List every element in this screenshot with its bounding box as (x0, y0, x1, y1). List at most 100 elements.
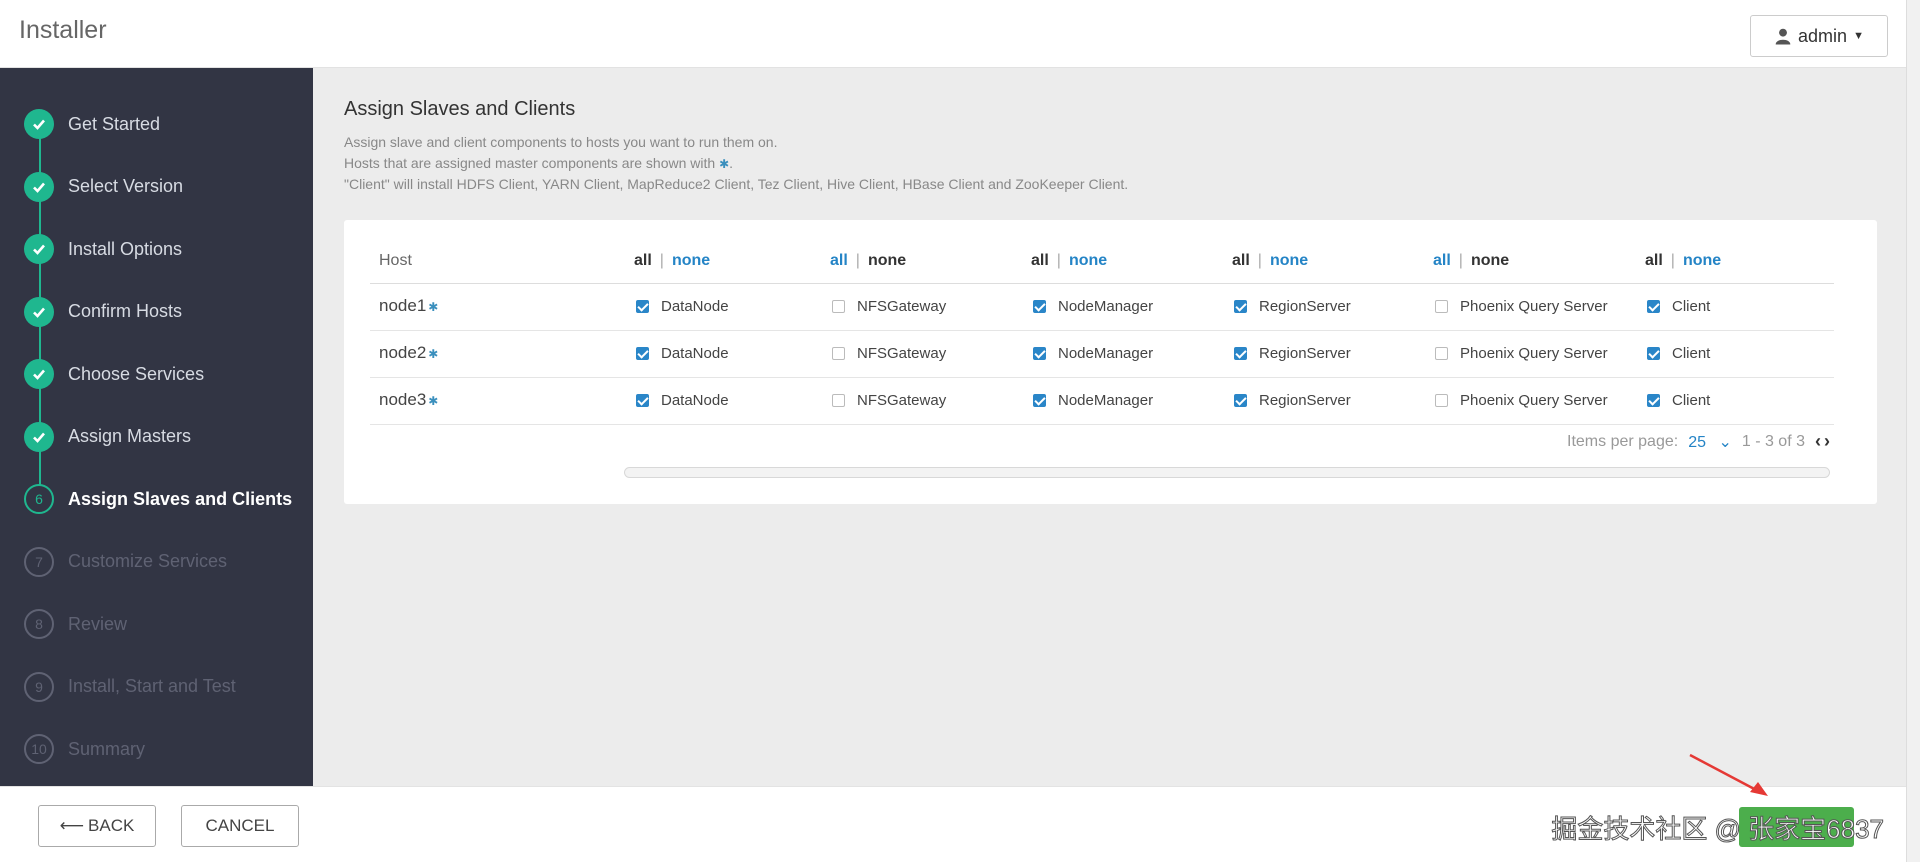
component-checkbox-client[interactable]: Client (1647, 392, 1710, 409)
checkbox[interactable] (1234, 347, 1247, 360)
component-label: NFSGateway (857, 298, 947, 315)
app-title: Installer (19, 16, 107, 44)
component-checkbox-client[interactable]: Client (1647, 345, 1710, 362)
sidebar-step-customize-services: 7 Customize Services (24, 546, 227, 577)
checkbox[interactable] (1033, 347, 1046, 360)
check-circle-icon (24, 296, 54, 327)
component-checkbox-nodemanager[interactable]: NodeManager (1033, 298, 1153, 315)
sidebar-step-install-options[interactable]: Install Options (24, 234, 182, 264)
component-checkbox-datanode[interactable]: DataNode (636, 298, 729, 315)
back-button[interactable]: ⟵ BACK (38, 805, 156, 847)
checkbox[interactable] (1647, 300, 1660, 313)
check-circle-icon (24, 109, 54, 139)
checkbox[interactable] (832, 300, 845, 313)
description-line-2: Hosts that are assigned master component… (344, 155, 733, 171)
red-arrow-annotation (1689, 753, 1768, 796)
checkbox[interactable] (832, 394, 845, 407)
select-all-link[interactable]: all (830, 252, 848, 269)
checkbox[interactable] (636, 300, 649, 313)
component-checkbox-nodemanager[interactable]: NodeManager (1033, 392, 1153, 409)
chevron-left-icon[interactable]: ‹ (1815, 431, 1824, 451)
checkbox[interactable] (636, 347, 649, 360)
component-checkbox-nfsgateway[interactable]: NFSGateway (832, 345, 946, 362)
host-name: node2 ✱ (379, 343, 438, 363)
select-all-link[interactable]: all (634, 252, 652, 269)
component-checkbox-nfsgateway[interactable]: NFSGateway (832, 298, 946, 315)
checkbox[interactable] (1647, 394, 1660, 407)
checkbox[interactable] (1647, 347, 1660, 360)
select-none-link[interactable]: none (1471, 252, 1509, 269)
top-bar: Installer admin ▼ (0, 0, 1920, 68)
column-select-client: all | none (1645, 252, 1721, 270)
sidebar-step-get-started[interactable]: Get Started (24, 109, 160, 139)
checkbox[interactable] (832, 347, 845, 360)
component-checkbox-regionserver[interactable]: RegionServer (1234, 392, 1351, 409)
check-circle-icon (24, 359, 54, 389)
checkbox[interactable] (1033, 300, 1046, 313)
host-label: node2 (379, 343, 427, 362)
component-checkbox-datanode[interactable]: DataNode (636, 392, 729, 409)
assignment-card: Host all | none all | none all | none all | none all… (344, 220, 1877, 504)
chevron-right-icon[interactable]: › (1824, 431, 1833, 451)
separator: | (1670, 252, 1675, 269)
checkbox[interactable] (1435, 394, 1448, 407)
component-checkbox-phoenix-query-server[interactable]: Phoenix Query Server (1435, 345, 1608, 362)
sidebar-step-assign-masters[interactable]: Assign Masters (24, 421, 191, 452)
component-checkbox-nfsgateway[interactable]: NFSGateway (832, 392, 946, 409)
user-icon (1775, 28, 1791, 45)
component-checkbox-phoenix-query-server[interactable]: Phoenix Query Server (1435, 392, 1608, 409)
checkbox[interactable] (636, 394, 649, 407)
assignment-table: Host all | none all | none all | none all | none all… (370, 238, 1834, 425)
component-checkbox-client[interactable]: Client (1647, 298, 1710, 315)
select-all-link[interactable]: all (1433, 252, 1451, 269)
page-scrollbar[interactable] (1906, 0, 1920, 862)
checkbox[interactable] (1033, 394, 1046, 407)
select-none-link[interactable]: none (672, 252, 710, 269)
pagination: Items per page: 25 ⌄ 1 - 3 of 3 ‹› (1567, 431, 1833, 452)
user-menu-button[interactable]: admin ▼ (1750, 15, 1888, 57)
cancel-button[interactable]: CANCEL (181, 805, 299, 847)
cancel-label: CANCEL (205, 816, 275, 835)
horizontal-scrollbar[interactable] (624, 467, 1830, 478)
column-select-nodemanager: all | none (1031, 252, 1107, 270)
step-number: 9 (24, 671, 54, 702)
checkbox[interactable] (1234, 300, 1247, 313)
check-circle-icon (24, 171, 54, 202)
component-label: Client (1672, 345, 1711, 362)
sidebar-step-assign-slaves-and-clients[interactable]: 6 Assign Slaves and Clients (24, 484, 292, 514)
check-circle-icon (24, 421, 54, 452)
back-label: BACK (88, 816, 135, 835)
host-name: node1 ✱ (379, 296, 438, 316)
sidebar-step-select-version[interactable]: Select Version (24, 171, 183, 202)
sidebar-step-install-start-and-test: 9 Install, Start and Test (24, 671, 236, 702)
select-none-link[interactable]: none (1270, 252, 1308, 269)
host-column-header: Host (379, 252, 412, 269)
description-text: Hosts that are assigned master component… (344, 155, 716, 171)
select-all-link[interactable]: all (1031, 252, 1049, 269)
checkbox[interactable] (1234, 394, 1247, 407)
checkbox[interactable] (1435, 347, 1448, 360)
sidebar-step-summary: 10 Summary (24, 734, 145, 764)
component-checkbox-nodemanager[interactable]: NodeManager (1033, 345, 1153, 362)
column-select-phoenix-query-server: all | none (1433, 252, 1509, 270)
host-label: node3 (379, 390, 427, 409)
items-per-page-select[interactable]: 25 ⌄ (1688, 432, 1732, 452)
select-all-link[interactable]: all (1645, 252, 1663, 269)
sidebar-step-choose-services[interactable]: Choose Services (24, 359, 204, 389)
component-checkbox-datanode[interactable]: DataNode (636, 345, 729, 362)
select-all-link[interactable]: all (1232, 252, 1250, 269)
checkbox[interactable] (1435, 300, 1448, 313)
page-nav: ‹› (1815, 431, 1833, 452)
component-checkbox-regionserver[interactable]: RegionServer (1234, 345, 1351, 362)
component-label: NFSGateway (857, 345, 947, 362)
items-per-page-label: Items per page: (1567, 432, 1679, 450)
host-label: node1 (379, 296, 427, 315)
component-label: Client (1672, 392, 1711, 409)
component-checkbox-phoenix-query-server[interactable]: Phoenix Query Server (1435, 298, 1608, 315)
component-checkbox-regionserver[interactable]: RegionServer (1234, 298, 1351, 315)
component-label: NodeManager (1058, 392, 1154, 409)
select-none-link[interactable]: none (1683, 252, 1721, 269)
select-none-link[interactable]: none (868, 252, 906, 269)
sidebar-step-confirm-hosts[interactable]: Confirm Hosts (24, 296, 182, 327)
select-none-link[interactable]: none (1069, 252, 1107, 269)
